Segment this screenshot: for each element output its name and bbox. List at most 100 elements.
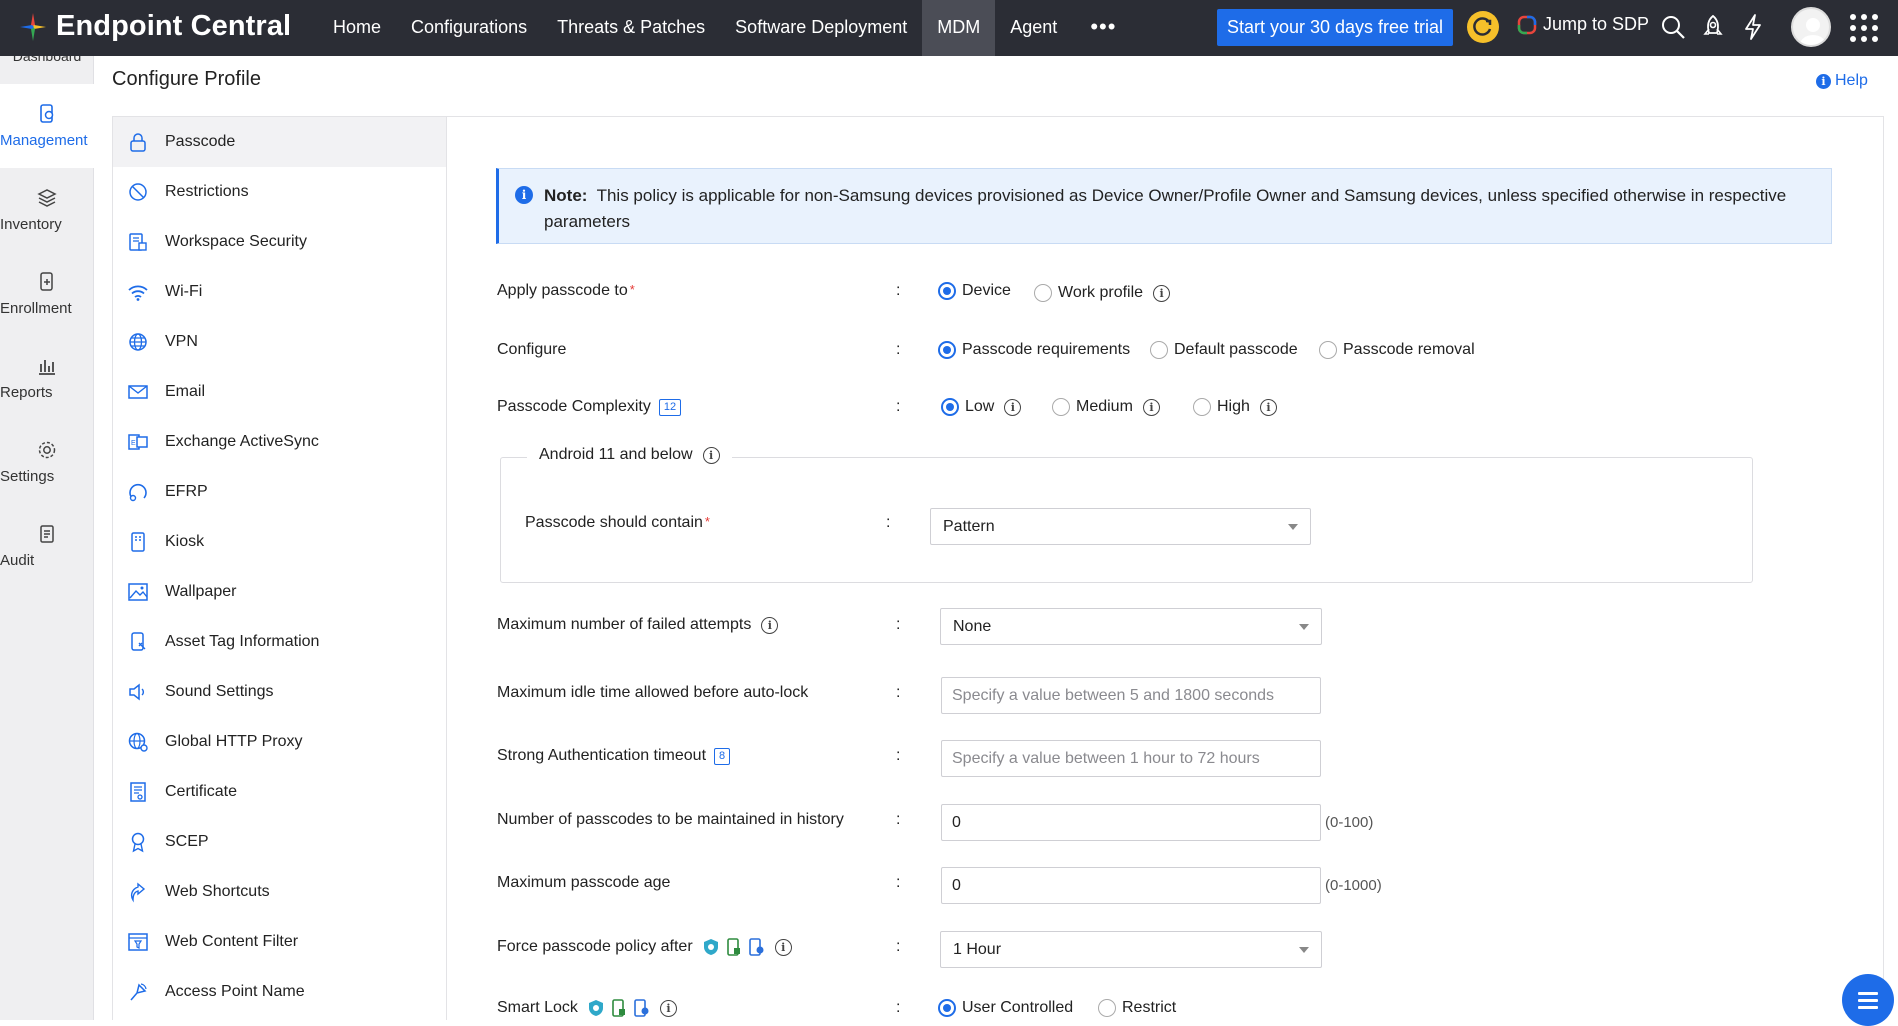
nav-home[interactable]: Home	[318, 0, 396, 56]
passcode-contain-select[interactable]: Pattern	[930, 508, 1311, 545]
radio-passcode-removal[interactable]: Passcode removal	[1319, 341, 1475, 359]
menu-item-workspace-security[interactable]: Workspace Security	[113, 217, 446, 267]
apply-passcode-label: Apply passcode to *	[497, 282, 635, 299]
failed-attempts-select[interactable]: None	[940, 608, 1322, 645]
avatar[interactable]	[1791, 7, 1831, 47]
menu-item-scep[interactable]: SCEP	[113, 817, 446, 867]
menu-item-web-shortcuts[interactable]: Web Shortcuts	[113, 867, 446, 917]
nav-more-button[interactable]: •••	[1072, 0, 1134, 56]
colon: :	[896, 747, 901, 764]
nav-configurations[interactable]: Configurations	[396, 0, 542, 56]
idle-time-input[interactable]	[941, 677, 1321, 714]
info-icon[interactable]: i	[761, 616, 779, 634]
info-icon[interactable]: i	[1259, 398, 1277, 416]
radio-complexity-low[interactable]: Low i	[941, 398, 1022, 416]
rail-item-management[interactable]: Management	[0, 84, 94, 168]
chevron-down-icon	[1299, 624, 1309, 630]
nav-mdm[interactable]: MDM	[922, 0, 996, 56]
radio-default-passcode[interactable]: Default passcode	[1150, 341, 1298, 359]
rail-item-settings[interactable]: Settings	[0, 420, 94, 504]
search-icon[interactable]	[1658, 12, 1688, 42]
nav-agent[interactable]: Agent	[995, 0, 1072, 56]
globe-icon	[129, 333, 147, 351]
history-input[interactable]	[941, 804, 1321, 841]
chevron-down-icon	[1299, 947, 1309, 953]
wifi-icon	[128, 285, 148, 301]
radio-complexity-high[interactable]: High i	[1193, 398, 1277, 416]
info-icon: i	[1816, 73, 1831, 89]
info-icon[interactable]: i	[659, 999, 677, 1017]
tag-icon	[131, 632, 146, 651]
jump-to-sdp-link[interactable]: Jump to SDP	[1517, 14, 1649, 35]
rocket-icon[interactable]	[1698, 12, 1728, 42]
idle-time-label: Maximum idle time allowed before auto-lo…	[497, 684, 809, 701]
sync-icon[interactable]	[1467, 11, 1499, 43]
radio-apply-work-profile[interactable]: Work profile i	[1034, 284, 1171, 302]
strong-auth-input[interactable]	[941, 740, 1321, 777]
main-nav: Home Configurations Threats & Patches So…	[318, 0, 1134, 56]
rail-item-dashboard[interactable]: Dashboard	[0, 56, 94, 76]
colon: :	[896, 811, 901, 828]
policy-note-banner: i Note: This policy is applicable for no…	[496, 168, 1832, 244]
menu-item-asset-tag[interactable]: Asset Tag Information	[113, 617, 446, 667]
info-icon[interactable]: i	[1153, 284, 1171, 302]
radio-passcode-requirements[interactable]: Passcode requirements	[938, 341, 1130, 359]
info-icon[interactable]: i	[774, 938, 792, 956]
menu-item-efrp[interactable]: EFRP	[113, 467, 446, 517]
inventory-icon	[37, 189, 57, 207]
menu-item-access-point-name[interactable]: Access Point Name	[113, 967, 446, 1017]
platform-icons	[703, 938, 765, 956]
menu-item-vpn[interactable]: VPN	[113, 317, 446, 367]
menu-item-exchange-activesync[interactable]: E Exchange ActiveSync	[113, 417, 446, 467]
lock-icon	[130, 133, 146, 152]
radio-smart-lock-restrict[interactable]: Restrict	[1098, 999, 1176, 1017]
force-after-select[interactable]: 1 Hour	[940, 931, 1322, 968]
menu-item-wifi[interactable]: Wi-Fi	[113, 267, 446, 317]
nav-threats-patches[interactable]: Threats & Patches	[542, 0, 720, 56]
info-icon[interactable]: i	[702, 446, 720, 464]
nav-software-deployment[interactable]: Software Deployment	[720, 0, 922, 56]
app-logo[interactable]: Endpoint Central	[18, 10, 291, 43]
menu-item-web-content-filter[interactable]: Web Content Filter	[113, 917, 446, 967]
menu-item-passcode[interactable]: Passcode	[113, 117, 446, 167]
exchange-icon: E	[128, 434, 148, 450]
help-link[interactable]: i Help	[1816, 72, 1868, 90]
max-age-input[interactable]	[941, 867, 1321, 904]
apps-grid-icon[interactable]	[1850, 14, 1878, 42]
android-shield-icon	[588, 1000, 603, 1016]
menu-item-sound-settings[interactable]: Sound Settings	[113, 667, 446, 717]
radio-smart-lock-user-controlled[interactable]: User Controlled	[938, 999, 1073, 1017]
menu-item-kiosk[interactable]: Kiosk	[113, 517, 446, 567]
app-name: Endpoint Central	[56, 10, 292, 42]
max-age-range: (0-1000)	[1325, 877, 1382, 894]
menu-item-certificate[interactable]: Certificate	[113, 767, 446, 817]
rail-item-reports[interactable]: Reports	[0, 336, 94, 420]
history-label: Number of passcodes to be maintained in …	[497, 811, 844, 828]
failed-attempts-label: Maximum number of failed attempts i	[497, 616, 779, 634]
colon: :	[896, 616, 901, 633]
lightning-icon[interactable]	[1738, 12, 1768, 42]
rail-label-inventory: Inventory	[0, 216, 62, 233]
quick-menu-button[interactable]	[1842, 974, 1894, 1026]
radio-complexity-medium[interactable]: Medium i	[1052, 398, 1160, 416]
jump-to-sdp-label: Jump to SDP	[1543, 14, 1650, 34]
menu-item-restrictions[interactable]: Restrictions	[113, 167, 446, 217]
rail-item-inventory[interactable]: Inventory	[0, 168, 94, 252]
rail-label-settings: Settings	[0, 468, 55, 485]
radio-apply-device[interactable]: Device	[938, 282, 1011, 300]
strong-auth-label: Strong Authentication timeout 8	[497, 747, 731, 765]
menu-item-wallpaper[interactable]: Wallpaper	[113, 567, 446, 617]
enrollment-icon	[40, 272, 53, 291]
info-icon[interactable]: i	[1142, 398, 1160, 416]
payload-menu: Passcode Restrictions Workspace Security…	[113, 117, 447, 1020]
info-icon[interactable]: i	[1004, 398, 1022, 416]
restriction-icon	[129, 183, 147, 201]
menu-item-global-http-proxy[interactable]: Global HTTP Proxy	[113, 717, 446, 767]
colon: :	[896, 684, 901, 701]
speaker-icon	[129, 683, 144, 701]
menu-item-email[interactable]: Email	[113, 367, 446, 417]
rail-item-enrollment[interactable]: Enrollment	[0, 252, 94, 336]
colon: :	[896, 999, 901, 1016]
free-trial-button[interactable]: Start your 30 days free trial	[1217, 9, 1453, 46]
rail-item-audit[interactable]: Audit	[0, 504, 94, 588]
